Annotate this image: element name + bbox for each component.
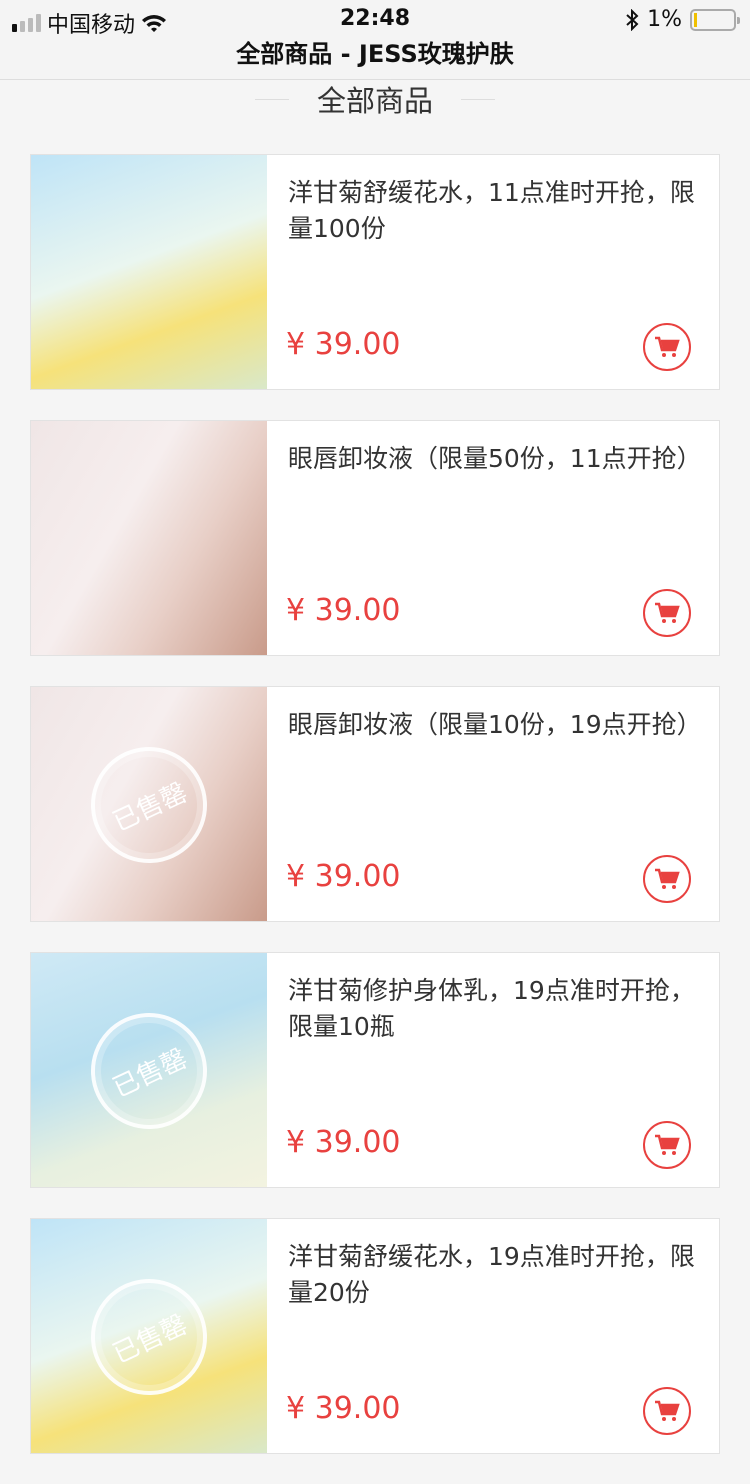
add-to-cart-button[interactable] bbox=[643, 589, 691, 637]
product-image[interactable]: 已售罄 bbox=[31, 1219, 267, 1453]
battery-percent: 1% bbox=[647, 7, 682, 32]
cart-icon bbox=[655, 1400, 680, 1421]
add-to-cart-button[interactable] bbox=[643, 855, 691, 903]
product-title[interactable]: 洋甘菊舒缓花水，19点准时开抢，限量20份 bbox=[288, 1239, 699, 1311]
product-price: ¥ 39.00 bbox=[286, 1125, 401, 1160]
product-price: ¥ 39.00 bbox=[286, 327, 401, 362]
cart-icon bbox=[655, 336, 680, 357]
divider bbox=[461, 98, 495, 100]
add-to-cart-button[interactable] bbox=[643, 323, 691, 371]
product-title[interactable]: 洋甘菊修护身体乳，19点准时开抢，限量10瓶 bbox=[288, 973, 699, 1045]
cart-icon bbox=[655, 868, 680, 889]
sold-out-stamp: 已售罄 bbox=[71, 727, 227, 883]
product-image[interactable]: 已售罄 bbox=[31, 953, 267, 1187]
product-price: ¥ 39.00 bbox=[286, 1391, 401, 1426]
sold-out-stamp: 已售罄 bbox=[71, 1259, 227, 1415]
product-image[interactable] bbox=[31, 421, 267, 655]
product-card[interactable]: 眼唇卸妆液（限量50份，11点开抢） ¥ 39.00 bbox=[30, 420, 720, 656]
sold-out-stamp: 已售罄 bbox=[71, 993, 227, 1149]
add-to-cart-button[interactable] bbox=[643, 1387, 691, 1435]
product-title[interactable]: 眼唇卸妆液（限量10份，19点开抢） bbox=[288, 707, 702, 743]
divider bbox=[254, 98, 289, 100]
product-image[interactable] bbox=[31, 155, 267, 389]
product-price: ¥ 39.00 bbox=[286, 593, 401, 628]
page-title: 全部商品 - JESS玫瑰护肤 bbox=[0, 40, 750, 80]
cart-icon bbox=[655, 602, 680, 623]
section-title: 全部商品 bbox=[316, 84, 433, 118]
product-price: ¥ 39.00 bbox=[286, 859, 401, 894]
product-card[interactable]: 已售罄 洋甘菊舒缓花水，19点准时开抢，限量20份 ¥ 39.00 bbox=[30, 1218, 720, 1454]
add-to-cart-button[interactable] bbox=[643, 1121, 691, 1169]
bluetooth-icon bbox=[626, 8, 639, 31]
product-list: 洋甘菊舒缓花水，11点准时开抢，限量100份 ¥ 39.00 眼唇卸妆液（限量5… bbox=[30, 154, 720, 1484]
product-card[interactable]: 洋甘菊舒缓花水，11点准时开抢，限量100份 ¥ 39.00 bbox=[30, 154, 720, 390]
product-image[interactable]: 已售罄 bbox=[31, 687, 267, 921]
product-card[interactable]: 已售罄 眼唇卸妆液（限量10份，19点开抢） ¥ 39.00 bbox=[30, 686, 720, 922]
section-header: 全部商品 bbox=[0, 78, 750, 120]
product-card[interactable]: 已售罄 洋甘菊修护身体乳，19点准时开抢，限量10瓶 ¥ 39.00 bbox=[30, 952, 720, 1188]
status-bar: 中国移动 22:48 1% bbox=[0, 0, 750, 40]
product-title[interactable]: 洋甘菊舒缓花水，11点准时开抢，限量100份 bbox=[288, 175, 699, 247]
battery-icon bbox=[690, 8, 740, 31]
product-title[interactable]: 眼唇卸妆液（限量50份，11点开抢） bbox=[288, 441, 702, 477]
cart-icon bbox=[655, 1134, 680, 1155]
